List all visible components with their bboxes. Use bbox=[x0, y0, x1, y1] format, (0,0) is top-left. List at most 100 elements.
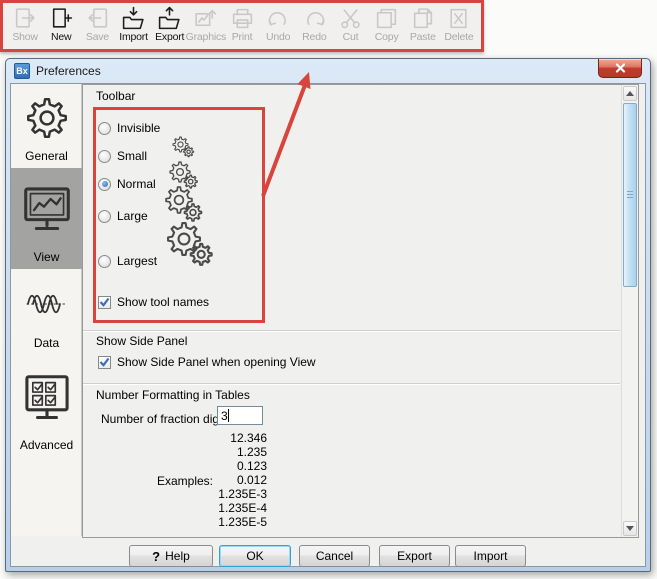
show-panel-icon bbox=[13, 5, 38, 31]
import-button[interactable]: Import bbox=[455, 545, 526, 567]
import-icon bbox=[121, 5, 146, 31]
sidebar-item-view[interactable]: View bbox=[11, 168, 82, 269]
waves-icon bbox=[21, 272, 73, 336]
dialog-title: Preferences bbox=[36, 64, 101, 78]
scroll-up-button[interactable] bbox=[623, 86, 637, 101]
example-value: 12.346 bbox=[230, 431, 267, 445]
redo-icon bbox=[302, 5, 327, 31]
new-document-icon bbox=[49, 5, 74, 31]
toolbar-button-paste[interactable]: Paste bbox=[405, 5, 441, 43]
text-caret bbox=[228, 409, 229, 422]
scrollbar-grip-icon bbox=[627, 191, 633, 199]
examples-list: 12.346 1.235 0.123 0.012 1.235E-3 1.235E-4 1.2… bbox=[83, 431, 267, 529]
example-value: 1.235 bbox=[236, 445, 267, 459]
toolbar-button-label: Undo bbox=[266, 31, 291, 43]
toolbar-size-option-label: Small bbox=[117, 149, 148, 163]
export-button[interactable]: Export bbox=[379, 545, 450, 567]
toolbar-button-label: Paste bbox=[409, 31, 436, 43]
toolbar-button-redo[interactable]: Redo bbox=[296, 5, 332, 43]
copy-icon bbox=[374, 5, 399, 31]
toolbar-size-option-normal[interactable]: Normal bbox=[98, 175, 156, 193]
toolbar-size-option-small[interactable]: Small bbox=[98, 147, 147, 165]
sidebar-item-label: Advanced bbox=[19, 438, 74, 452]
radio-button[interactable] bbox=[98, 121, 111, 135]
toolbar-button-undo[interactable]: Undo bbox=[260, 5, 296, 43]
paste-icon bbox=[410, 5, 435, 31]
toolbar-button-copy[interactable]: Copy bbox=[369, 5, 405, 43]
toolbar-size-option-largest[interactable]: Largest bbox=[98, 252, 157, 270]
scrollbar-thumb[interactable] bbox=[623, 103, 637, 287]
toolbar-button-save[interactable]: Save bbox=[79, 5, 115, 43]
toolbar-button-label: Delete bbox=[444, 31, 474, 43]
toolbar-button-import[interactable]: Import bbox=[115, 5, 151, 43]
ok-button[interactable]: OK bbox=[219, 545, 291, 567]
scroll-down-button[interactable] bbox=[623, 521, 637, 536]
settings-panel: Toolbar Invisible Small Normal Large Lar… bbox=[82, 84, 639, 538]
dialog-titlebar[interactable]: Bx Preferences bbox=[6, 59, 650, 83]
gear-icon bbox=[24, 86, 70, 149]
radio-button[interactable] bbox=[98, 149, 111, 163]
help-button[interactable]: ? Help bbox=[129, 545, 213, 567]
toolbar-size-option-invisible[interactable]: Invisible bbox=[98, 119, 160, 137]
undo-icon bbox=[266, 5, 291, 31]
toolbar-button-label: Save bbox=[85, 31, 109, 43]
close-button[interactable] bbox=[598, 59, 642, 78]
show-tool-names-checkbox[interactable]: Show tool names bbox=[98, 295, 209, 309]
fraction-digits-input[interactable] bbox=[217, 406, 263, 425]
toolbar-button-label: Copy bbox=[374, 31, 399, 43]
category-sidebar: General View Data Advanced bbox=[11, 84, 82, 536]
toolbar-button-label: Import bbox=[119, 31, 148, 43]
export-icon bbox=[157, 5, 182, 31]
print-icon bbox=[230, 5, 255, 31]
section-header-side-panel: Show Side Panel bbox=[96, 334, 188, 348]
sidebar-item-label: View bbox=[33, 250, 60, 264]
toolbar-button-label: Cut bbox=[342, 31, 359, 43]
toolbar-button-graphics[interactable]: Graphics bbox=[185, 5, 227, 43]
toolbar-button-cut[interactable]: Cut bbox=[332, 5, 368, 43]
toolbar-size-option-label: Normal bbox=[117, 177, 156, 191]
app-icon: Bx bbox=[14, 63, 30, 79]
toolbar-button-label: Export bbox=[155, 31, 185, 43]
example-value: 1.235E-5 bbox=[218, 515, 267, 529]
toolbar-button-print[interactable]: Print bbox=[224, 5, 260, 43]
toolbar-button-new[interactable]: New bbox=[43, 5, 79, 43]
checkbox-icon[interactable] bbox=[98, 355, 111, 369]
main-toolbar: Show New Save Import Export Graphics Pri… bbox=[0, 0, 484, 52]
graphics-icon bbox=[193, 5, 218, 31]
toolbar-size-option-label: Large bbox=[117, 209, 148, 223]
toolbar-button-label: Show bbox=[12, 31, 38, 43]
radio-button[interactable] bbox=[98, 209, 111, 223]
toolbar-button-label: Graphics bbox=[185, 31, 227, 43]
toolbar-size-option-large[interactable]: Large bbox=[98, 207, 148, 225]
show-side-panel-checkbox[interactable]: Show Side Panel when opening View bbox=[98, 355, 316, 369]
sidebar-item-label: Data bbox=[33, 336, 60, 350]
gear-size-preview-icon bbox=[166, 221, 214, 272]
checkbox-icon[interactable] bbox=[98, 295, 111, 309]
section-header-toolbar: Toolbar bbox=[96, 89, 136, 103]
cut-icon bbox=[338, 5, 363, 31]
sidebar-item-advanced[interactable]: Advanced bbox=[11, 357, 82, 457]
toolbar-button-show[interactable]: Show bbox=[7, 5, 43, 43]
toolbar-button-label: Print bbox=[231, 31, 253, 43]
triangle-down-icon bbox=[626, 526, 634, 531]
cancel-button[interactable]: Cancel bbox=[299, 545, 370, 567]
toolbar-button-export[interactable]: Export bbox=[152, 5, 188, 43]
radio-button[interactable] bbox=[98, 177, 111, 191]
section-divider bbox=[83, 330, 620, 331]
dialog-body: General View Data Advanced Toolbar Invis… bbox=[10, 83, 646, 567]
toolbar-button-label: New bbox=[51, 31, 72, 43]
preferences-dialog: Bx Preferences General View Data Advance… bbox=[5, 58, 651, 572]
radio-button[interactable] bbox=[98, 254, 111, 268]
example-value: 1.235E-3 bbox=[218, 487, 267, 501]
close-icon bbox=[615, 63, 625, 73]
example-value: 0.012 bbox=[236, 473, 267, 487]
sidebar-item-general[interactable]: General bbox=[11, 86, 82, 168]
section-header-number-formatting: Number Formatting in Tables bbox=[96, 388, 250, 402]
delete-icon bbox=[446, 5, 471, 31]
toolbar-button-delete[interactable]: Delete bbox=[441, 5, 477, 43]
sidebar-item-data[interactable]: Data bbox=[11, 272, 82, 355]
triangle-up-icon bbox=[626, 91, 634, 96]
fraction-digits-label: Number of fraction digits: bbox=[101, 412, 235, 426]
toolbar-size-option-label: Invisible bbox=[117, 121, 161, 135]
save-icon bbox=[85, 5, 110, 31]
